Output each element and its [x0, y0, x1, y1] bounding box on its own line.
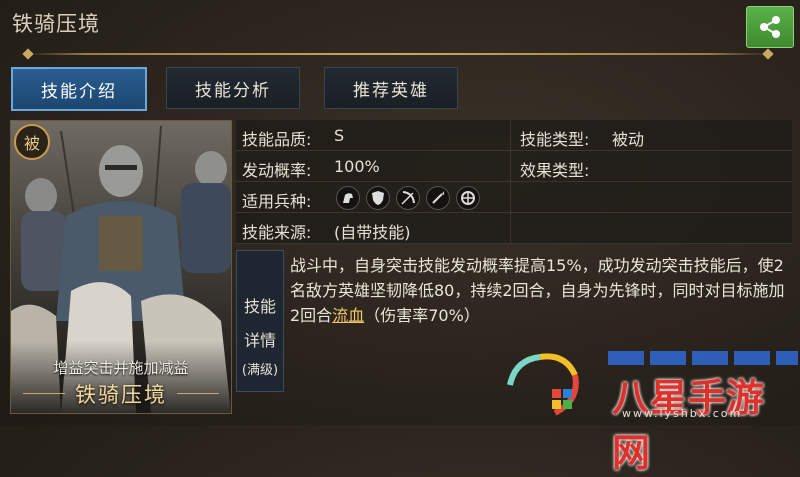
page-title: 铁骑压境 — [12, 12, 100, 36]
type-value: 被动 — [612, 130, 645, 149]
row-divider — [510, 120, 511, 150]
detail-label-box: 技能 详情 (满级) — [236, 250, 284, 392]
siege-wheel-icon — [456, 186, 480, 210]
skill-card: 被 增益突击并施加减益 铁骑压境 — [10, 120, 232, 414]
title-divider — [28, 53, 768, 55]
watermark-logo-icon — [507, 353, 579, 416]
troops-label: 适用兵种: — [242, 192, 312, 211]
bleed-link[interactable]: 流血 — [332, 306, 364, 325]
tab-skill-intro[interactable]: 技能介绍 — [11, 67, 147, 111]
effect-label: 效果类型: — [520, 161, 590, 180]
shield-icon — [366, 186, 390, 210]
detail-label-line3: (满级) — [241, 363, 279, 378]
row-divider — [510, 182, 511, 212]
bow-icon — [396, 186, 420, 210]
tab-skill-analysis[interactable]: 技能分析 — [166, 67, 300, 109]
info-row-troops: 适用兵种: — [236, 182, 792, 213]
card-skill-name: 铁骑压境 — [75, 383, 167, 407]
share-button[interactable] — [746, 6, 794, 48]
quality-value: S — [334, 126, 345, 145]
row-divider — [510, 213, 511, 243]
source-value: (自带技能) — [334, 223, 411, 242]
card-subtitle: 增益突击并施加减益 — [53, 359, 189, 377]
watermark-banner — [608, 351, 798, 365]
row-divider — [510, 151, 511, 181]
info-row-source: 技能来源: (自带技能) — [236, 213, 792, 244]
spear-icon — [426, 186, 450, 210]
info-row-quality: 技能品质: S 技能类型: 被动 — [236, 120, 792, 151]
card-name-rule-right — [177, 393, 219, 394]
source-label: 技能来源: — [242, 223, 312, 242]
detail-text-part2: （伤害率70%） — [364, 306, 480, 325]
watermark-url: www.lyshbx.com — [622, 407, 743, 420]
watermark-text: 八星手游网 — [612, 376, 765, 475]
detail-label-line1: 技能 — [243, 297, 276, 316]
tab-recommended-heroes[interactable]: 推荐英雄 — [324, 67, 458, 109]
info-row-rate: 发动概率: 100% 效果类型: — [236, 151, 792, 182]
quality-label: 技能品质: — [242, 130, 312, 149]
skill-detail-text: 战斗中，自身突击技能发动概率提高15%，成功发动突击技能后，使2名敌方英雄坚韧降… — [290, 253, 790, 328]
passive-badge: 被 — [14, 124, 50, 160]
share-icon — [760, 16, 780, 38]
site-watermark: 八星手游网 www.lyshbx.com — [500, 345, 800, 475]
rate-value: 100% — [334, 157, 380, 176]
rate-label: 发动概率: — [242, 161, 312, 180]
type-label: 技能类型: — [520, 130, 590, 149]
detail-label-line2: 详情 — [243, 331, 276, 350]
cavalry-icon — [336, 186, 360, 210]
